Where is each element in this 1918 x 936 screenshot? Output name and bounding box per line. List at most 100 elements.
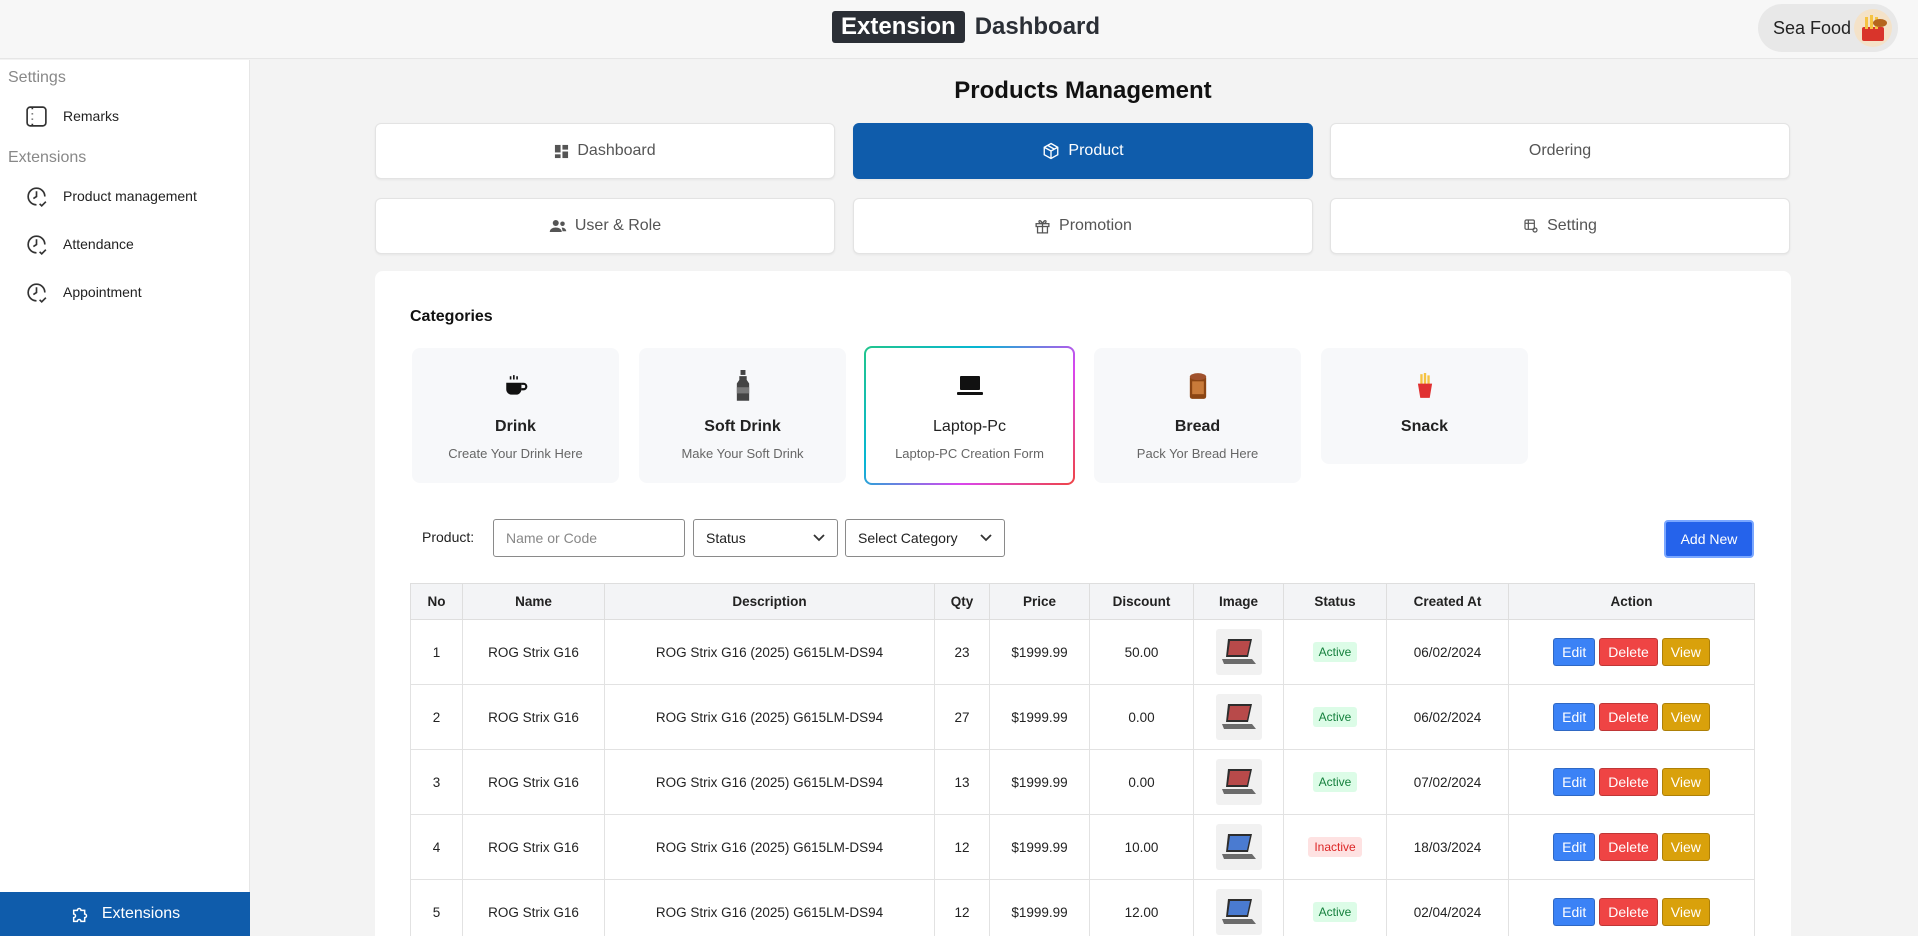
cell-created-at: 06/02/2024 — [1386, 684, 1509, 750]
category-desc: Make Your Soft Drink — [681, 446, 804, 461]
view-button[interactable]: View — [1661, 638, 1710, 666]
category-drink[interactable]: Drink Create Your Drink Here — [412, 348, 619, 483]
tab-dashboard[interactable]: Dashboard — [375, 123, 835, 179]
edit-button[interactable]: Edit — [1553, 703, 1596, 731]
cell-image — [1193, 749, 1284, 815]
categories-heading: Categories — [410, 308, 493, 325]
cell-created-at: 18/03/2024 — [1386, 814, 1509, 880]
column-header[interactable]: Name — [462, 583, 605, 620]
cell-image — [1193, 619, 1284, 685]
users-icon — [549, 220, 567, 232]
cell-description: ROG Strix G16 (2025) G615LM-DS94 — [604, 879, 935, 936]
edit-button[interactable]: Edit — [1553, 833, 1596, 861]
tab-ordering[interactable]: Ordering — [1330, 123, 1790, 179]
tab-label: Ordering — [1528, 142, 1592, 159]
column-header[interactable]: Qty — [934, 583, 990, 620]
tab-label: Setting — [1547, 217, 1597, 234]
grid-icon — [555, 144, 569, 158]
cell-description: ROG Strix G16 (2025) G615LM-DS94 — [604, 684, 935, 750]
cell-status: Active — [1283, 879, 1387, 936]
sidebar-section-settings: Settings — [8, 69, 66, 86]
tab-product[interactable]: Product — [853, 123, 1313, 179]
column-header[interactable]: Created At — [1386, 583, 1509, 620]
box-icon — [1043, 142, 1059, 160]
product-thumbnail[interactable] — [1215, 824, 1262, 870]
tab-promotion[interactable]: Promotion — [853, 198, 1313, 254]
tab-label: Product — [1068, 142, 1124, 159]
search-placeholder: Name or Code — [506, 530, 598, 546]
cell-no: 5 — [410, 879, 463, 936]
table-row: 5 ROG Strix G16 ROG Strix G16 (2025) G615L… — [410, 879, 1755, 936]
column-header[interactable]: Discount — [1089, 583, 1194, 620]
edit-button[interactable]: Edit — [1553, 898, 1596, 926]
laptop-image-icon — [1221, 769, 1256, 794]
category-desc: Pack Yor Bread Here — [1136, 446, 1259, 461]
table-row: 4 ROG Strix G16 ROG Strix G16 (2025) G615L… — [410, 814, 1755, 880]
sidebar-item-appointment[interactable]: Appointment — [0, 268, 249, 316]
cell-price: $1999.99 — [989, 749, 1090, 815]
column-header[interactable]: Status — [1283, 583, 1387, 620]
category-laptop-pc[interactable]: Laptop-Pc Laptop-PC Creation Form — [864, 346, 1075, 485]
brand-logo: Extension Dashboard — [832, 11, 1100, 43]
product-thumbnail[interactable] — [1215, 694, 1262, 740]
delete-button[interactable]: Delete — [1599, 703, 1658, 731]
column-header[interactable]: No — [410, 583, 463, 620]
user-menu[interactable]: Sea Food — [1758, 4, 1898, 52]
table-header-row: No Name Description Qty Price Discount I… — [410, 583, 1755, 620]
puzzle-icon — [72, 907, 88, 923]
add-new-button[interactable]: Add New — [1664, 520, 1754, 558]
sidebar-section-extensions: Extensions — [8, 149, 87, 166]
column-header[interactable]: Price — [989, 583, 1090, 620]
note-icon — [26, 105, 47, 127]
cell-description: ROG Strix G16 (2025) G615LM-DS94 — [604, 814, 935, 880]
product-thumbnail[interactable] — [1215, 629, 1262, 675]
column-header[interactable]: Description — [604, 583, 935, 620]
delete-button[interactable]: Delete — [1599, 768, 1658, 796]
cell-qty: 12 — [934, 814, 990, 880]
status-select[interactable]: Status — [693, 519, 838, 557]
cell-discount: 0.00 — [1089, 684, 1194, 750]
view-button[interactable]: View — [1661, 768, 1710, 796]
cell-status: Active — [1283, 749, 1387, 815]
clock-check-icon — [27, 282, 47, 303]
category-select[interactable]: Select Category — [845, 519, 1005, 557]
chevron-down-icon — [813, 534, 825, 542]
cell-discount: 10.00 — [1089, 814, 1194, 880]
cell-status: Inactive — [1283, 814, 1387, 880]
laptop-image-icon — [1221, 834, 1256, 859]
sidebar-footer-extensions[interactable]: Extensions — [0, 892, 250, 936]
tab-label: User & Role — [574, 217, 662, 234]
edit-button[interactable]: Edit — [1553, 638, 1596, 666]
cell-name: ROG Strix G16 — [462, 879, 605, 936]
cell-discount: 0.00 — [1089, 749, 1194, 815]
category-snack[interactable]: Snack — [1321, 348, 1528, 464]
cell-price: $1999.99 — [989, 814, 1090, 880]
tab-setting[interactable]: Setting — [1330, 198, 1790, 254]
cell-name: ROG Strix G16 — [462, 749, 605, 815]
page-title: Products Management — [954, 77, 1212, 104]
search-input[interactable]: Name or Code — [493, 519, 685, 557]
product-thumbnail[interactable] — [1215, 889, 1262, 935]
laptop-icon — [956, 376, 983, 395]
view-button[interactable]: View — [1661, 898, 1710, 926]
sidebar-item-product-management[interactable]: Product management — [0, 172, 249, 220]
category-name: Bread — [1174, 418, 1221, 435]
view-button[interactable]: View — [1661, 703, 1710, 731]
status-badge: Active — [1312, 642, 1358, 662]
category-bread[interactable]: Bread Pack Yor Bread Here — [1094, 348, 1301, 483]
sidebar-item-remarks[interactable]: Remarks — [0, 92, 249, 140]
view-button[interactable]: View — [1661, 833, 1710, 861]
edit-button[interactable]: Edit — [1553, 768, 1596, 796]
delete-button[interactable]: Delete — [1599, 638, 1658, 666]
delete-button[interactable]: Delete — [1599, 898, 1658, 926]
category-soft-drink[interactable]: Soft Drink Make Your Soft Drink — [639, 348, 846, 483]
food-basket-icon — [1854, 9, 1892, 47]
product-thumbnail[interactable] — [1215, 759, 1262, 805]
category-name: Snack — [1400, 418, 1449, 435]
delete-button[interactable]: Delete — [1599, 833, 1658, 861]
cell-description: ROG Strix G16 (2025) G615LM-DS94 — [604, 619, 935, 685]
tab-user-role[interactable]: User & Role — [375, 198, 835, 254]
column-header[interactable]: Image — [1193, 583, 1284, 620]
sidebar-item-attendance[interactable]: Attendance — [0, 220, 249, 268]
brand-text: Dashboard — [974, 13, 1101, 40]
